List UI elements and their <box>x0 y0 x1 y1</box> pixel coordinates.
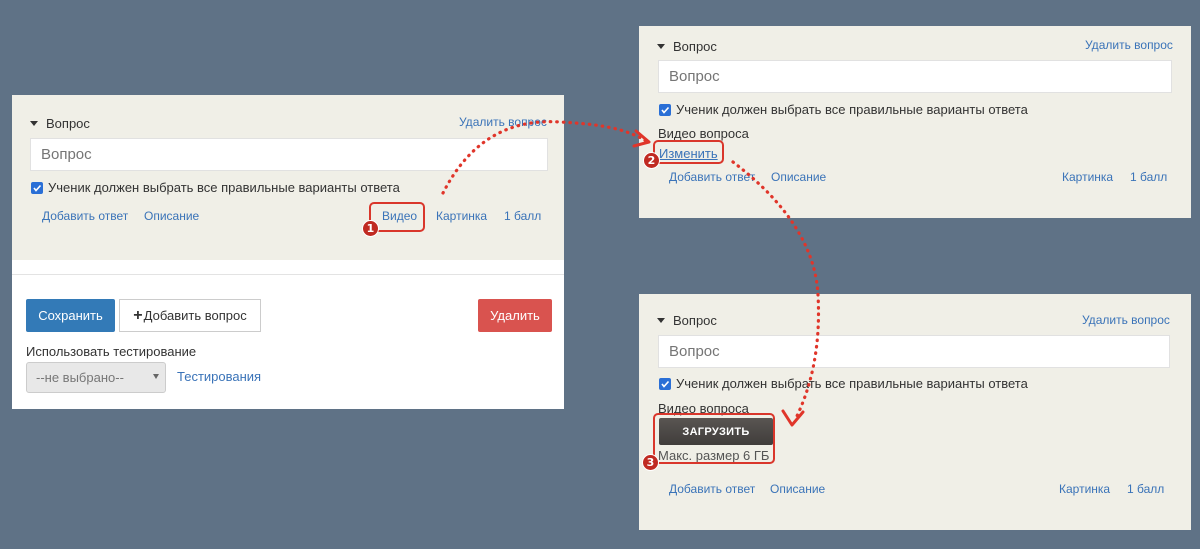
points-link[interactable]: 1 балл <box>504 209 541 223</box>
video-question-label: Видео вопроса <box>658 126 749 141</box>
add-answer-link[interactable]: Добавить ответ <box>669 482 755 496</box>
add-question-button[interactable]: + Добавить вопрос <box>119 299 261 332</box>
question-toggle[interactable]: Вопрос <box>30 116 90 131</box>
picture-link[interactable]: Картинка <box>1059 482 1110 496</box>
step-badge-1: 1 <box>362 220 379 237</box>
highlight-change-link <box>653 140 724 164</box>
all-correct-checkbox-row[interactable]: Ученик должен выбрать все правильные вар… <box>659 376 1028 391</box>
select-value: --не выбрано-- <box>36 370 124 385</box>
step-badge-3: 3 <box>642 454 659 471</box>
caret-down-icon <box>657 44 665 50</box>
chevron-down-icon <box>153 374 159 379</box>
question-editor-panel-1: Вопрос Удалить вопрос Ученик должен выбр… <box>12 95 564 409</box>
step-badge-2: 2 <box>643 152 660 169</box>
picture-link[interactable]: Картинка <box>1062 170 1113 184</box>
add-question-label: Добавить вопрос <box>143 308 247 323</box>
points-link[interactable]: 1 балл <box>1130 170 1167 184</box>
question-toggle[interactable]: Вопрос <box>657 313 717 328</box>
description-link[interactable]: Описание <box>770 482 825 496</box>
caret-down-icon <box>30 121 38 127</box>
save-button[interactable]: Сохранить <box>26 299 115 332</box>
question-header: Вопрос <box>673 39 717 54</box>
points-link[interactable]: 1 балл <box>1127 482 1164 496</box>
description-link[interactable]: Описание <box>771 170 826 184</box>
picture-link[interactable]: Картинка <box>436 209 487 223</box>
checkbox-checked-icon[interactable] <box>659 377 671 390</box>
checkbox-label: Ученик должен выбрать все правильные вар… <box>676 102 1028 117</box>
delete-question-link[interactable]: Удалить вопрос <box>1082 313 1170 327</box>
question-input[interactable] <box>30 138 548 171</box>
delete-button[interactable]: Удалить <box>478 299 552 332</box>
testing-select[interactable]: --не выбрано-- <box>26 362 166 393</box>
use-testing-label: Использовать тестирование <box>26 344 197 359</box>
checkbox-label: Ученик должен выбрать все правильные вар… <box>676 376 1028 391</box>
all-correct-checkbox-row[interactable]: Ученик должен выбрать все правильные вар… <box>31 180 400 195</box>
question-editor-panel-3: Вопрос Удалить вопрос Ученик должен выбр… <box>639 294 1191 530</box>
testing-link[interactable]: Тестирования <box>177 369 261 384</box>
highlight-upload <box>653 413 775 464</box>
add-answer-link[interactable]: Добавить ответ <box>669 170 755 184</box>
checkbox-checked-icon[interactable] <box>31 181 43 194</box>
caret-down-icon <box>657 318 665 324</box>
all-correct-checkbox-row[interactable]: Ученик должен выбрать все правильные вар… <box>659 102 1028 117</box>
question-editor-panel-2: Вопрос Удалить вопрос Ученик должен выбр… <box>639 26 1191 218</box>
question-header: Вопрос <box>46 116 90 131</box>
divider <box>12 274 564 275</box>
delete-question-link[interactable]: Удалить вопрос <box>1085 38 1173 52</box>
delete-question-link[interactable]: Удалить вопрос <box>459 115 547 129</box>
plus-icon: + <box>133 306 143 324</box>
question-input[interactable] <box>658 60 1172 93</box>
question-header: Вопрос <box>673 313 717 328</box>
checkbox-checked-icon[interactable] <box>659 103 671 116</box>
question-input[interactable] <box>658 335 1170 368</box>
question-toggle[interactable]: Вопрос <box>657 39 717 54</box>
description-link[interactable]: Описание <box>144 209 199 223</box>
checkbox-label: Ученик должен выбрать все правильные вар… <box>48 180 400 195</box>
add-answer-link[interactable]: Добавить ответ <box>42 209 128 223</box>
